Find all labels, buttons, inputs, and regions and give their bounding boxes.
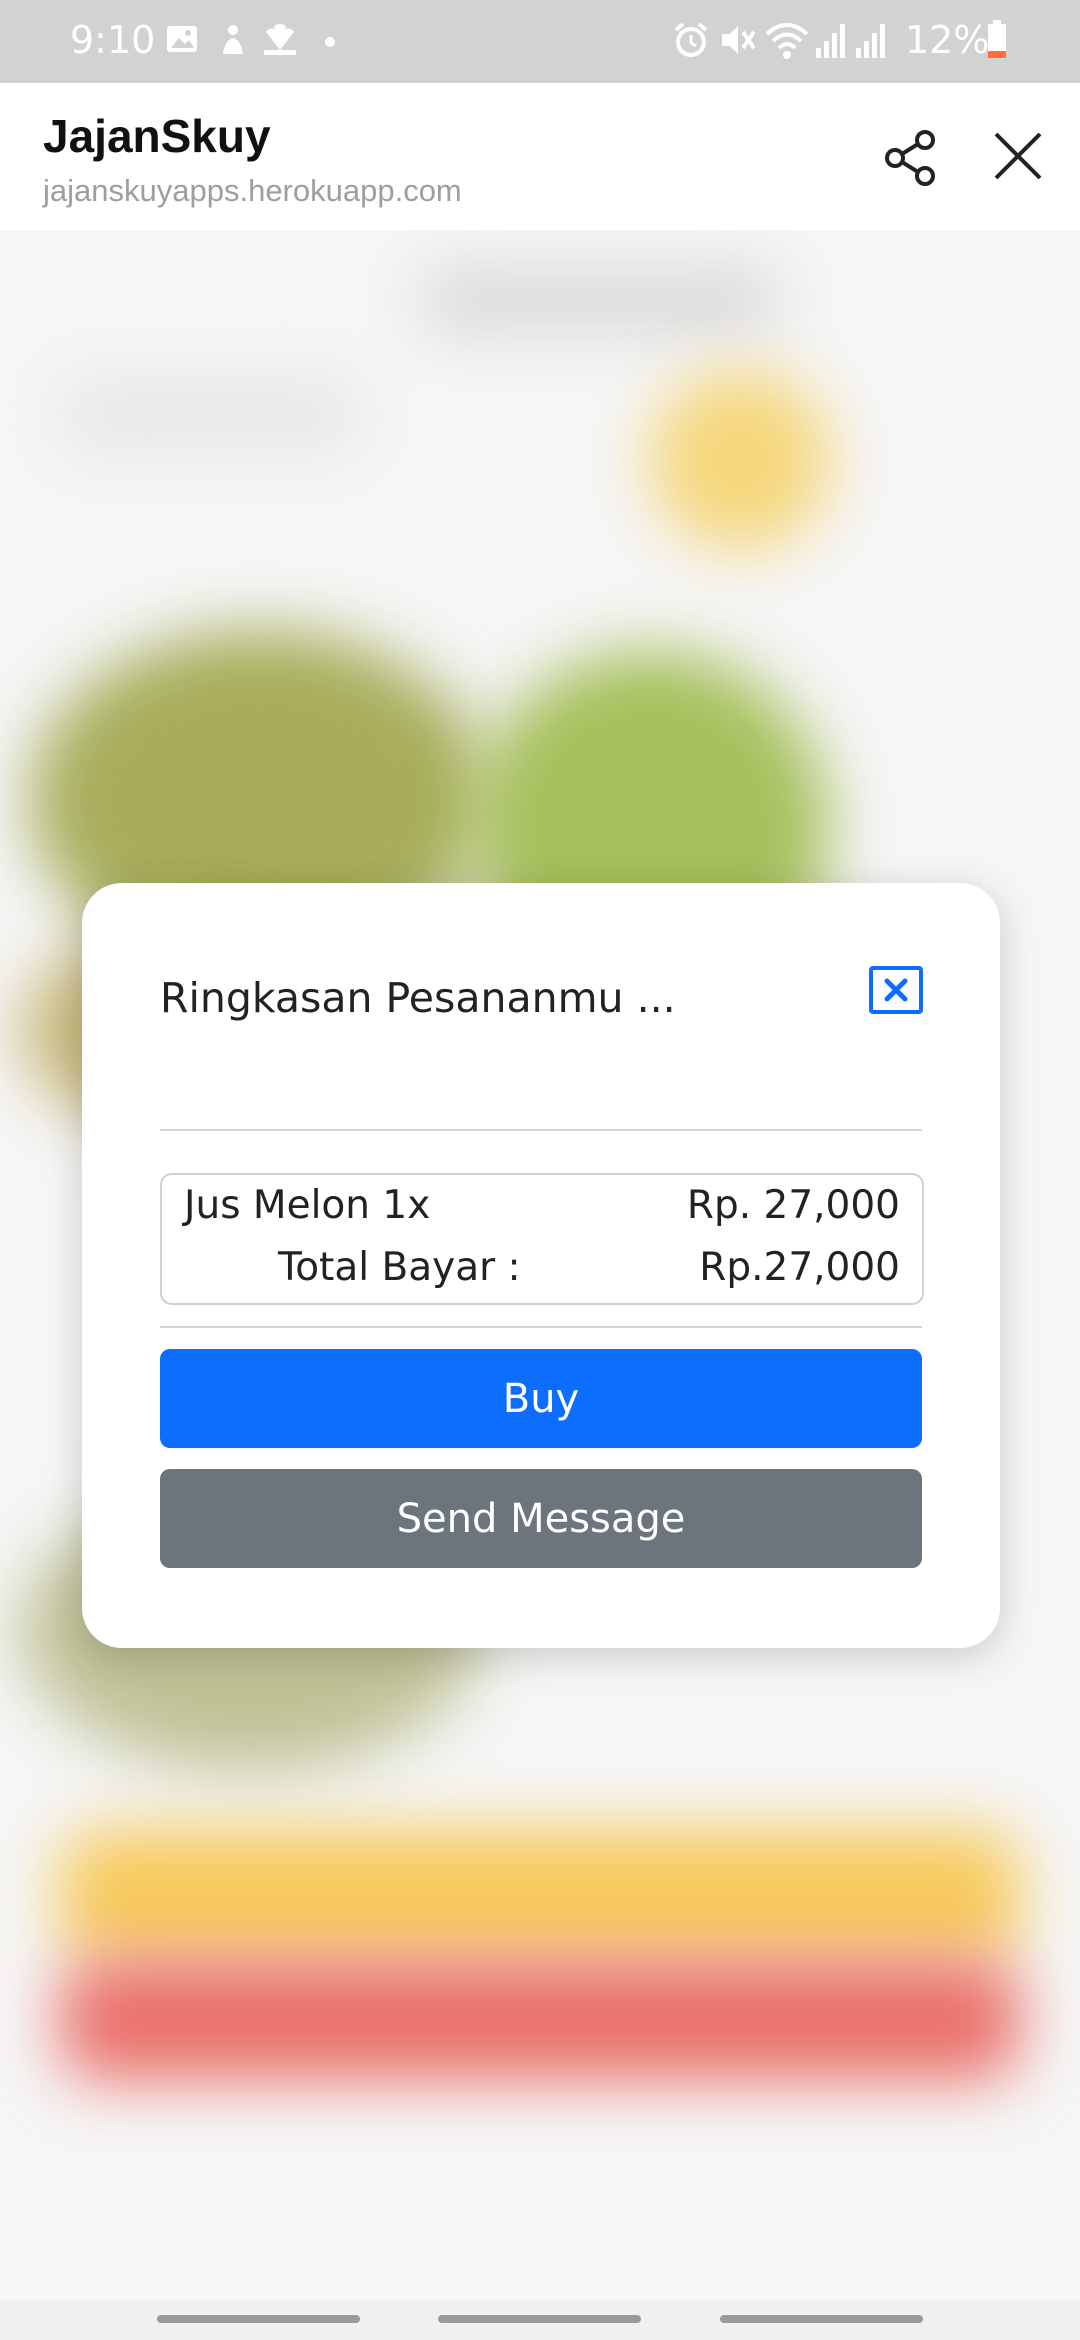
status-bar: 9:10 12%	[0, 0, 1080, 83]
modal-title: Ringkasan Pesananmu ...	[160, 974, 676, 1022]
mute-icon	[722, 26, 756, 54]
status-time: 9:10	[70, 18, 156, 62]
send-message-button[interactable]: Send Message	[160, 1469, 922, 1568]
total-label: Total Bayar :	[278, 1245, 521, 1290]
modal-divider-bottom	[160, 1326, 922, 1328]
nbc-icon	[264, 24, 296, 55]
modal-divider-top	[160, 1129, 922, 1131]
screen: 9:10 12% JajanSkuy jajanskuyapps.herokua…	[0, 0, 1080, 2340]
close-square-icon[interactable]	[869, 966, 923, 1014]
alarm-icon	[674, 22, 708, 57]
battery-percent: 12%	[905, 18, 990, 62]
item-price: Rp. 27,000	[686, 1183, 900, 1228]
total-value: Rp.27,000	[699, 1245, 900, 1290]
tab-url: jajanskuyapps.herokuapp.com	[43, 173, 462, 208]
buy-button[interactable]: Buy	[160, 1349, 922, 1448]
gallery-icon	[167, 26, 197, 52]
battery-icon	[988, 20, 1006, 58]
signal-icon	[856, 24, 885, 58]
dot-icon	[325, 37, 335, 47]
order-summary-modal: Ringkasan Pesananmu ... Jus Melon 1x Rp.…	[82, 883, 1000, 1648]
wifi-icon	[765, 23, 809, 59]
close-icon[interactable]	[990, 128, 1046, 184]
navigation-bar	[0, 2300, 1080, 2340]
nav-recents-button[interactable]	[157, 2315, 360, 2323]
order-summary-box: Jus Melon 1x Rp. 27,000 Total Bayar : Rp…	[160, 1173, 924, 1305]
tab-title: JajanSkuy	[43, 110, 271, 162]
nav-back-button[interactable]	[720, 2315, 923, 2323]
item-name: Jus Melon 1x	[184, 1183, 431, 1228]
custom-tab-header: JajanSkuy jajanskuyapps.herokuapp.com	[0, 83, 1080, 230]
signal-icon	[816, 24, 845, 58]
nav-home-button[interactable]	[438, 2315, 641, 2323]
bixby-icon	[223, 25, 243, 54]
share-icon[interactable]	[880, 128, 940, 188]
